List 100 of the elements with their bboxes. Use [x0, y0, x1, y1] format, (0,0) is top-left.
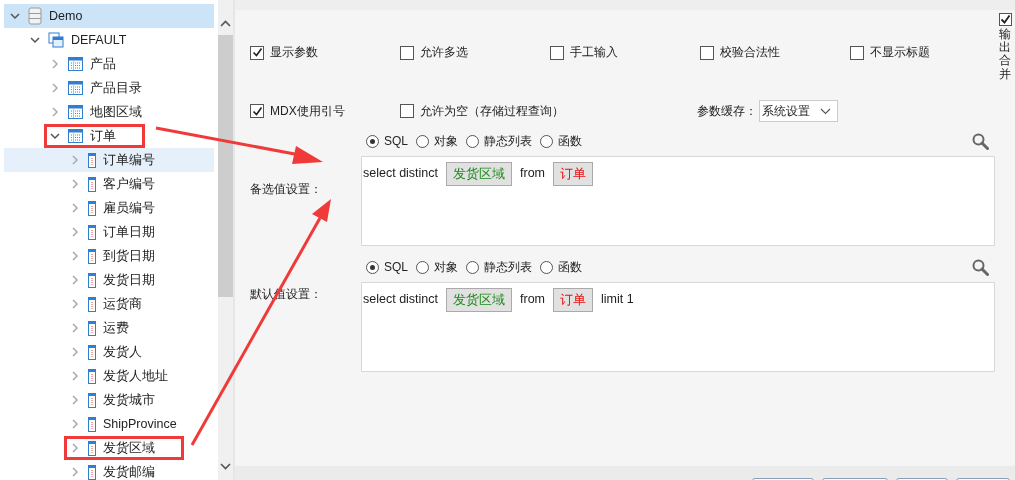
- column-icon: [88, 248, 96, 264]
- chevron-down-icon[interactable]: [30, 35, 40, 45]
- tree-item-label: 雇员编号: [103, 199, 155, 217]
- radio-option[interactable]: 对象: [416, 258, 458, 276]
- radio-button[interactable]: [366, 260, 379, 274]
- tree-item[interactable]: 发货区域: [4, 436, 214, 460]
- column-icon: [88, 440, 96, 456]
- tree-item[interactable]: ShipProvince: [4, 412, 214, 436]
- checkbox-box[interactable]: [700, 45, 714, 60]
- tree-item[interactable]: Demo: [4, 4, 214, 28]
- checkbox-box[interactable]: [550, 45, 564, 60]
- checkbox[interactable]: 显示参数: [250, 44, 400, 61]
- radio-option[interactable]: 函数: [540, 258, 582, 276]
- tree-item[interactable]: 发货城市: [4, 388, 214, 412]
- scroll-up-icon[interactable]: [220, 20, 231, 27]
- search-icon[interactable]: [972, 132, 989, 150]
- radio-button[interactable]: [416, 134, 429, 148]
- tree-item[interactable]: 订单编号: [4, 148, 214, 172]
- radio-button[interactable]: [466, 134, 479, 148]
- checkbox[interactable]: 手工输入: [550, 44, 700, 61]
- radio-label: 对象: [434, 258, 458, 276]
- checkbox-box[interactable]: [250, 104, 264, 118]
- chevron-down-icon[interactable]: [10, 11, 20, 21]
- radio-button[interactable]: [540, 134, 553, 148]
- tree-item-label: 产品目录: [90, 79, 142, 97]
- table-icon: [68, 105, 83, 119]
- tree-item[interactable]: 客户编号: [4, 172, 214, 196]
- checkbox[interactable]: 不显示标题: [850, 44, 1000, 61]
- tree-item[interactable]: 发货日期: [4, 268, 214, 292]
- checkbox-box[interactable]: [400, 104, 414, 118]
- tree-item[interactable]: 产品: [4, 52, 214, 76]
- table-token[interactable]: 订单: [553, 162, 594, 186]
- checkbox-label: 手工输入: [570, 44, 618, 61]
- field-token[interactable]: 发货区域: [446, 162, 513, 186]
- column-icon: [88, 176, 96, 192]
- tree-item[interactable]: 发货人: [4, 340, 214, 364]
- checkbox[interactable]: 校验合法性: [700, 44, 850, 61]
- column-icon: [88, 392, 96, 408]
- column-icon: [88, 224, 96, 240]
- tree-item-label: 产品: [90, 55, 116, 73]
- checkbox-box[interactable]: [250, 45, 264, 60]
- radio-option[interactable]: SQL: [366, 258, 408, 276]
- field-label: 参数缓存：: [697, 102, 757, 120]
- tree-item-label: 发货日期: [103, 271, 155, 289]
- tree-item[interactable]: 发货邮编: [4, 460, 214, 480]
- tree-item-label: 发货城市: [103, 391, 155, 409]
- sql-keyword: select distinct: [363, 165, 439, 182]
- tree-item[interactable]: 订单日期: [4, 220, 214, 244]
- checkbox-label: 允许多选: [420, 44, 468, 61]
- checkbox[interactable]: 允许多选: [400, 44, 550, 61]
- search-icon[interactable]: [972, 258, 989, 276]
- cache-dropdown[interactable]: 系统设置: [759, 100, 838, 122]
- tree-item-label: 发货人地址: [103, 367, 168, 385]
- radio-label: 静态列表: [484, 132, 532, 150]
- column-icon: [88, 344, 96, 360]
- tree-item[interactable]: 运费: [4, 316, 214, 340]
- checkbox-label: 校验合法性: [720, 44, 780, 61]
- tree-item[interactable]: 到货日期: [4, 244, 214, 268]
- table-token[interactable]: 订单: [553, 288, 594, 312]
- radio-option[interactable]: SQL: [366, 132, 408, 150]
- checkbox-box[interactable]: [400, 45, 414, 60]
- chevron-down-icon[interactable]: [50, 131, 60, 141]
- radio-button[interactable]: [466, 260, 479, 274]
- expression-editor[interactable]: select distinct 发货区域 from 订单: [361, 156, 995, 246]
- tree-item[interactable]: 产品目录: [4, 76, 214, 100]
- tree-item-label: DEFAULT: [71, 33, 127, 47]
- tree-item[interactable]: 地图区域: [4, 100, 214, 124]
- tree-item-label: Demo: [49, 9, 83, 23]
- field-token[interactable]: 发货区域: [446, 288, 513, 312]
- tree-item[interactable]: DEFAULT: [4, 28, 214, 52]
- sql-keyword: limit 1: [601, 291, 634, 308]
- radio-option[interactable]: 静态列表: [466, 132, 532, 150]
- sql-keyword: select distinct: [363, 291, 439, 308]
- checkbox-box[interactable]: [850, 45, 864, 60]
- column-icon: [88, 416, 96, 432]
- checkbox[interactable]: 允许为空（存储过程查询）: [400, 102, 697, 120]
- tree-item-label: ShipProvince: [103, 417, 177, 431]
- sql-keyword: from: [520, 165, 546, 182]
- radio-button[interactable]: [366, 134, 379, 148]
- scrollbar-thumb[interactable]: [218, 35, 233, 297]
- checkbox[interactable]: MDX使用引号: [250, 102, 400, 120]
- tree-item[interactable]: 发货人地址: [4, 364, 214, 388]
- checkbox-box[interactable]: [998, 13, 1012, 26]
- caret-icon: [820, 107, 831, 115]
- radio-button[interactable]: [416, 260, 429, 274]
- radio-label: 函数: [558, 258, 582, 276]
- radio-option[interactable]: 静态列表: [466, 258, 532, 276]
- tree-item[interactable]: 运货商: [4, 292, 214, 316]
- scrollbar[interactable]: [218, 0, 233, 480]
- section-label: 备选值设置：: [250, 181, 323, 198]
- radio-option[interactable]: 对象: [416, 132, 458, 150]
- column-icon: [88, 320, 96, 336]
- tree-item[interactable]: 订单: [4, 124, 214, 148]
- radio-label: SQL: [384, 260, 408, 274]
- expression-editor[interactable]: select distinct 发货区域 from 订单 limit 1: [361, 282, 995, 372]
- tree-item[interactable]: 雇员编号: [4, 196, 214, 220]
- tree-item-label: 订单编号: [103, 151, 155, 169]
- scroll-down-icon[interactable]: [220, 463, 231, 470]
- radio-button[interactable]: [540, 260, 553, 274]
- radio-option[interactable]: 函数: [540, 132, 582, 150]
